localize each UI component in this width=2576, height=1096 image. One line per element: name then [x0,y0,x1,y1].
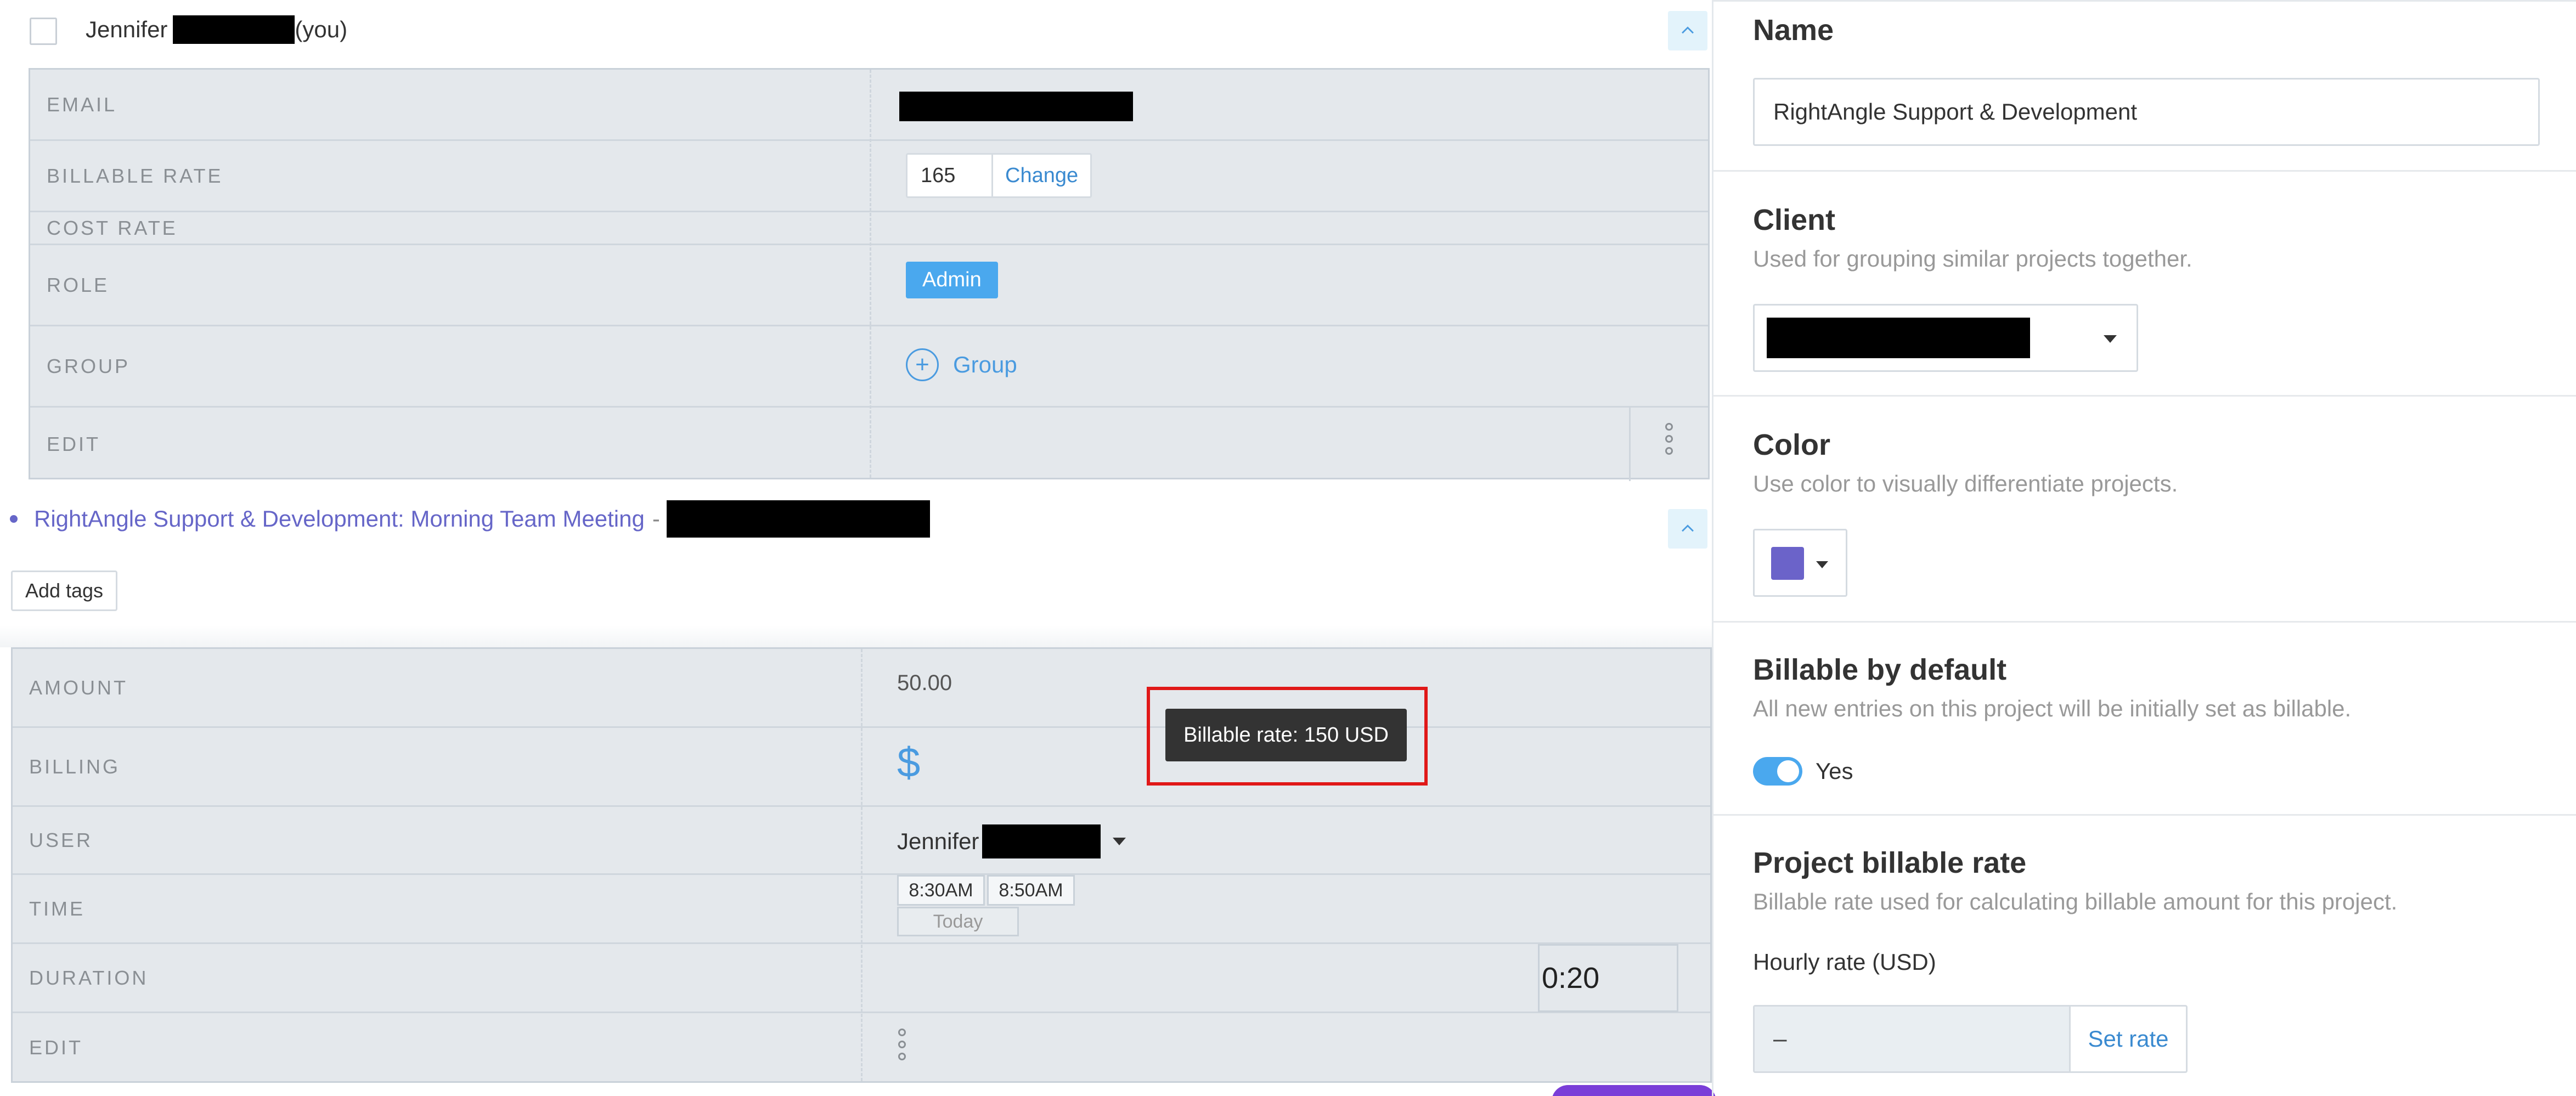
amount-value: 50.00 [897,671,952,695]
color-picker[interactable] [1753,529,1847,597]
redacted-last-name [173,15,295,44]
role-label: ROLE [47,273,110,296]
redacted-user-last-name [982,824,1101,858]
time-label: TIME [29,897,85,920]
billable-description: All new entries on this project will be … [1753,696,2352,721]
name-title: Name [1753,14,1834,47]
project-color-dot [10,515,18,523]
entry-edit-label: EDIT [29,1036,83,1059]
entry-collapse-button[interactable] [1668,509,1707,549]
billing-label: BILLING [29,755,121,778]
hourly-rate-control: – Set rate [1753,1005,2188,1073]
member-checkbox[interactable] [30,18,57,45]
rate-title: Project billable rate [1753,846,2027,879]
member-collapse-button[interactable] [1668,11,1707,50]
project-separator: - [652,506,660,532]
plus-circle-icon: + [906,348,939,381]
section-separator [1713,395,2576,397]
billing-row: BILLING $ [13,728,1710,807]
panel-top-border [1713,0,2576,2]
user-select-value: Jennifer [897,828,979,854]
entry-details-table: AMOUNT 50.00 BILLING $ USER Jennifer TIM… [11,647,1712,1083]
chevron-down-icon [2104,335,2117,343]
email-label: EMAIL [47,93,117,116]
client-select[interactable] [1753,304,2138,372]
redacted-client-name [1767,318,2030,358]
entry-edit-row: EDIT [13,1013,1710,1082]
redacted-email [899,92,1133,121]
group-label: GROUP [47,354,131,377]
floating-action-button[interactable] [1552,1085,1716,1096]
chevron-down-icon [1816,561,1828,568]
left-panel: Jennifer (you) EMAIL BILLABLE RATE 165 C… [0,0,1716,1096]
section-separator [1713,621,2576,623]
billable-toggle[interactable] [1753,757,1802,786]
email-row: EMAIL [30,70,1708,141]
entry-more-icon[interactable] [898,1029,906,1060]
member-header: Jennifer (you) [0,0,1712,66]
role-badge[interactable]: Admin [906,262,998,298]
client-description: Used for grouping similar projects toget… [1753,246,2192,272]
change-rate-button[interactable]: Change [993,155,1090,196]
end-time-input[interactable]: 8:50AM [987,875,1075,906]
billable-toggle-label: Yes [1816,758,1853,784]
time-row: TIME 8:30AM 8:50AM Today [13,875,1710,944]
user-select[interactable]: Jennifer [897,824,1126,858]
user-label: USER [29,828,93,851]
date-picker[interactable]: Today [897,907,1019,936]
member-rate-control: 165 Change [906,153,1092,198]
start-time-input[interactable]: 8:30AM [897,875,985,906]
group-row: GROUP + Group [30,326,1708,408]
member-name: Jennifer (you) [86,15,347,44]
edit-divider [1629,408,1631,481]
cost-rate-row: COST RATE [30,212,1708,245]
member-edit-row: EDIT [30,408,1708,481]
hourly-rate-label: Hourly rate (USD) [1753,949,1936,975]
entry-project[interactable]: RightAngle Support & Development: Mornin… [10,500,930,538]
duration-row: DURATION 0:20 [13,944,1710,1013]
cost-rate-label: COST RATE [47,216,178,239]
section-separator [1713,170,2576,172]
redacted-description [666,500,930,538]
chevron-up-icon [1682,26,1694,34]
billable-title: Billable by default [1753,653,2007,686]
member-rate-value[interactable]: 165 [907,155,993,196]
duration-input[interactable]: 0:20 [1538,944,1678,1012]
rate-description: Billable rate used for calculating billa… [1753,889,2398,914]
project-name-input[interactable]: RightAngle Support & Development [1753,78,2540,146]
toggle-knob [1777,760,1799,782]
role-row: ROLE Admin [30,245,1708,326]
hourly-rate-input[interactable]: – [1755,1007,2071,1071]
amount-label: AMOUNT [29,676,128,699]
color-swatch [1771,547,1804,580]
set-rate-button[interactable]: Set rate [2071,1007,2186,1071]
add-tags-button[interactable]: Add tags [11,570,117,611]
member-details-table: EMAIL BILLABLE RATE 165 Change COST RATE… [29,68,1710,481]
chevron-up-icon [1682,524,1694,532]
billable-rate-label: BILLABLE RATE [47,164,223,187]
amount-row: AMOUNT 50.00 [13,649,1710,728]
add-group-button[interactable]: + Group [906,348,1017,381]
you-suffix: (you) [295,16,348,42]
section-separator [1713,814,2576,816]
color-title: Color [1753,428,1830,461]
billable-rate-tooltip: Billable rate: 150 USD [1165,709,1407,761]
color-description: Use color to visually differentiate proj… [1753,471,2178,496]
chevron-down-icon [1113,838,1126,845]
billable-rate-row: BILLABLE RATE 165 Change [30,141,1708,212]
client-title: Client [1753,204,1836,236]
member-edit-label: EDIT [47,433,101,455]
section-shadow [0,625,1712,647]
project-settings-panel: Name RightAngle Support & Development Cl… [1712,0,2576,1096]
duration-label: DURATION [29,966,149,989]
entry-project-name: RightAngle Support & Development: Mornin… [34,506,645,532]
member-more-icon[interactable] [1665,423,1673,455]
user-row: USER Jennifer [13,807,1710,875]
member-first-name: Jennifer [86,16,168,42]
dollar-icon[interactable]: $ [897,739,920,787]
add-group-label: Group [953,352,1017,377]
